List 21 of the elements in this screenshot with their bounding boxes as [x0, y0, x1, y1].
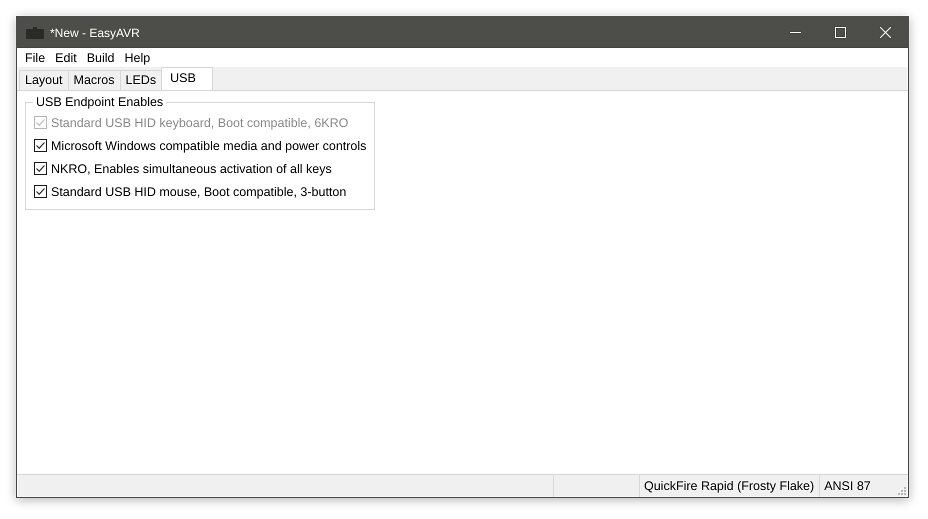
checkbox[interactable] [34, 162, 47, 175]
status-text: ANSI 87 [823, 478, 872, 495]
keyboard-icon [26, 26, 44, 38]
tab[interactable]: USB [161, 67, 213, 90]
window-title: *New - EasyAVR [50, 26, 140, 40]
checkbox-label: Standard USB HID keyboard, Boot compatible, 6KRO [51, 116, 348, 130]
checkbox[interactable] [34, 139, 47, 152]
checkbox[interactable] [34, 185, 47, 198]
menu-item[interactable]: File [21, 50, 50, 64]
menu-item[interactable]: Edit [51, 50, 81, 64]
menu-item[interactable]: Help [120, 50, 154, 64]
tab[interactable]: Layout [19, 70, 69, 90]
group-title: USB Endpoint Enables [35, 95, 164, 109]
checkbox-label: Microsoft Windows compatible media and power controls [51, 138, 366, 152]
resize-grip-icon[interactable] [898, 487, 906, 495]
checkbox-label: Standard USB HID mouse, Boot compatible, 3-button [51, 184, 346, 198]
maximize-icon[interactable] [835, 27, 846, 38]
close-icon[interactable] [880, 27, 891, 38]
menu-item[interactable]: Build [82, 50, 118, 64]
status-text: QuickFire Rapid (Frosty Flake) [640, 475, 820, 497]
checkbox-label: NKRO, Enables simultaneous activation of all keys [51, 162, 332, 176]
